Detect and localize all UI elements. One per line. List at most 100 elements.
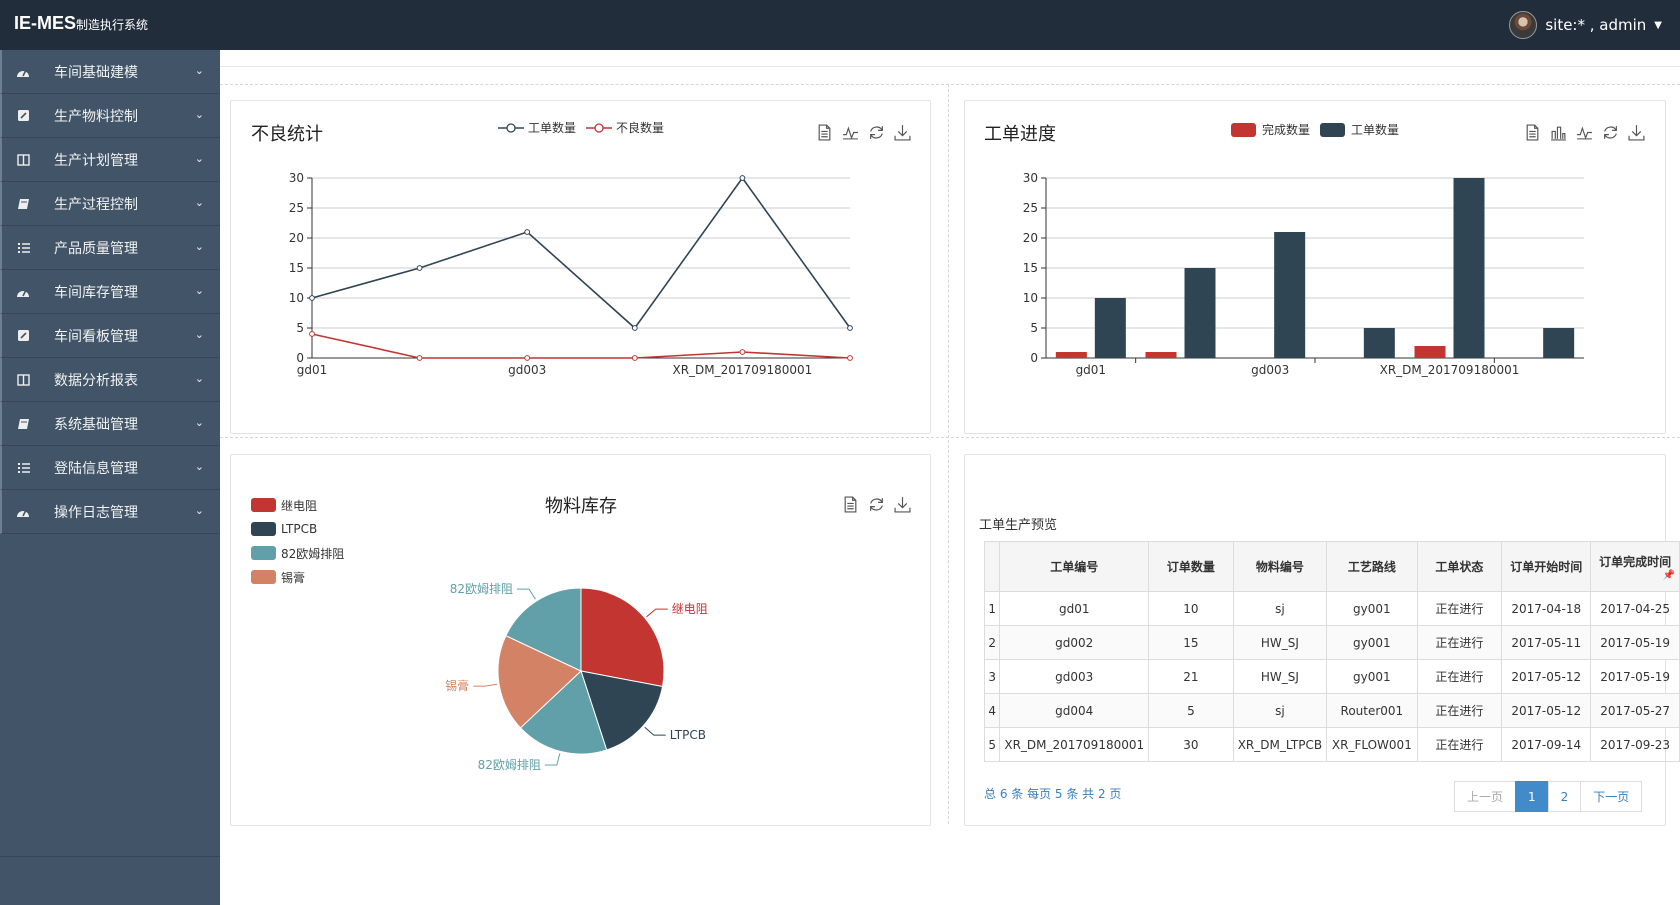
- table-cell: 2017-05-27: [1590, 693, 1680, 728]
- legend-swatch: [251, 498, 276, 512]
- sidebar-item[interactable]: 登陆信息管理 ⌄: [0, 446, 220, 490]
- sidebar-item[interactable]: 系统基础管理 ⌄: [0, 402, 220, 446]
- table-header-cell[interactable]: 工艺路线: [1326, 541, 1418, 592]
- data-point[interactable]: [847, 355, 853, 361]
- table-header-cell[interactable]: 工单编号: [999, 541, 1150, 592]
- table-header-cell[interactable]: 物料编号: [1232, 541, 1328, 592]
- download-icon[interactable]: [894, 124, 911, 141]
- data-point[interactable]: [631, 355, 638, 361]
- bar[interactable]: [1414, 346, 1446, 358]
- legend-item[interactable]: 工单数量: [1320, 121, 1399, 138]
- data-view-icon[interactable]: [816, 124, 833, 141]
- table-row[interactable]: 5 XR_DM_201709180001 30 XR_DM_LTPCB XR_FLOW0…: [983, 727, 1680, 762]
- legend-item[interactable]: 锡膏: [251, 565, 344, 589]
- sidebar-item[interactable]: 车间库存管理 ⌄: [0, 270, 220, 314]
- data-point[interactable]: [309, 295, 315, 301]
- refresh-icon[interactable]: [1602, 124, 1619, 141]
- defect-line-chart: 051015202530gd01 gd003 XR_DM_201709180001: [289, 171, 853, 377]
- bar[interactable]: [1274, 232, 1306, 358]
- table-header-cell[interactable]: 订单数量: [1148, 541, 1234, 592]
- pie-slice[interactable]: [580, 587, 665, 688]
- series-line: [311, 333, 851, 359]
- data-point[interactable]: [524, 229, 531, 235]
- bar[interactable]: [1543, 328, 1575, 358]
- table-cell: 4: [983, 693, 1001, 728]
- download-icon[interactable]: [894, 496, 911, 513]
- y-tick-label: 10: [289, 291, 304, 305]
- table-cell: 15: [1148, 625, 1234, 660]
- prev-page-button[interactable]: 上一页: [1454, 781, 1517, 812]
- sidebar-item[interactable]: 生产物料控制 ⌄: [0, 94, 220, 138]
- line-chart-icon[interactable]: [842, 124, 859, 141]
- chart-legend: 完成数量 工单数量: [1231, 121, 1409, 138]
- data-point[interactable]: [309, 331, 315, 337]
- table-row[interactable]: 2 gd002 15 HW_SJ gy001 正在进行 2017-05-11 2017-05-…: [983, 625, 1680, 660]
- bar[interactable]: [1184, 268, 1216, 358]
- data-view-icon[interactable]: [1524, 124, 1541, 141]
- table-header-cell[interactable]: 工单状态: [1416, 541, 1503, 592]
- download-icon[interactable]: [1628, 124, 1645, 141]
- avatar[interactable]: [1509, 11, 1538, 39]
- slice-label: 82欧姆排阻: [478, 758, 541, 772]
- label-leader-line: [473, 683, 498, 687]
- table-row[interactable]: 3 gd003 21 HW_SJ gy001 正在进行 2017-05-12 2017-05-…: [983, 659, 1680, 694]
- page-1-button[interactable]: 1: [1515, 781, 1549, 812]
- sidebar-item[interactable]: 生产计划管理 ⌄: [0, 138, 220, 182]
- table-cell: 5: [1148, 693, 1234, 728]
- sidebar-item[interactable]: 生产过程控制 ⌄: [0, 182, 220, 226]
- legend-item[interactable]: 不良数量: [586, 119, 664, 136]
- data-point[interactable]: [631, 325, 638, 331]
- table-header-cell[interactable]: [983, 541, 1001, 592]
- sidebar-item[interactable]: 车间基础建模 ⌄: [0, 50, 220, 94]
- data-point[interactable]: [739, 349, 746, 355]
- legend-item[interactable]: 继电阻: [251, 493, 344, 517]
- legend-item[interactable]: 工单数量: [498, 119, 576, 136]
- y-tick-label: 10: [1023, 291, 1038, 305]
- line-chart-icon[interactable]: [1576, 124, 1593, 141]
- next-page-button[interactable]: 下一页: [1580, 781, 1643, 812]
- page-2-button[interactable]: 2: [1547, 781, 1582, 812]
- slice-label: 锡膏: [445, 678, 469, 693]
- data-point[interactable]: [416, 265, 423, 271]
- data-point[interactable]: [524, 355, 531, 361]
- data-point[interactable]: [416, 355, 423, 361]
- sidebar-item[interactable]: 车间看板管理 ⌄: [0, 314, 220, 358]
- bar[interactable]: [1145, 352, 1177, 358]
- data-view-icon[interactable]: [842, 496, 859, 513]
- chevron-down-icon: ⌄: [194, 240, 204, 253]
- pin-icon[interactable]: 📌: [1595, 570, 1675, 581]
- refresh-icon[interactable]: [868, 496, 885, 513]
- brand[interactable]: IE-MES制造执行系统: [14, 13, 148, 34]
- bar-chart-icon[interactable]: [1550, 124, 1567, 141]
- table-row[interactable]: 4 gd004 5 sj Router001 正在进行 2017-05-12 2017-05-…: [983, 693, 1680, 728]
- table-cell: 正在进行: [1416, 659, 1503, 694]
- bar[interactable]: [1363, 328, 1395, 358]
- legend-item[interactable]: 82欧姆排阻: [251, 541, 344, 565]
- legend-item[interactable]: 完成数量: [1231, 121, 1310, 138]
- material-pie-chart: 继电阻LTPCB82欧姆排阻锡膏82欧姆排阻: [445, 582, 708, 772]
- bar[interactable]: [1453, 178, 1485, 358]
- dashboard-icon: [16, 286, 30, 298]
- data-point[interactable]: [739, 175, 746, 181]
- bar[interactable]: [1094, 298, 1126, 358]
- bar[interactable]: [1055, 352, 1087, 358]
- legend-item[interactable]: LTPCB: [251, 517, 344, 541]
- label-leader-line: [644, 726, 666, 736]
- label-leader-line: [646, 608, 668, 618]
- sidebar-item[interactable]: 数据分析报表 ⌄: [0, 358, 220, 402]
- user-menu[interactable]: site:* , admin ▼: [1509, 11, 1662, 39]
- table-header-cell[interactable]: 订单开始时间: [1501, 541, 1592, 592]
- data-point[interactable]: [847, 325, 853, 331]
- sidebar: 车间基础建模 ⌄ 生产物料控制 ⌄ 生产计划管理 ⌄ 生产过程控制 ⌄ 产品质量…: [0, 50, 220, 905]
- refresh-icon[interactable]: [868, 124, 885, 141]
- table-cell: 2: [983, 625, 1001, 660]
- table-header-cell[interactable]: 订单完成时间 📌: [1590, 541, 1680, 592]
- sidebar-item-label: 产品质量管理: [54, 240, 138, 257]
- edit-icon: [16, 110, 30, 122]
- sidebar-item[interactable]: 操作日志管理 ⌄: [0, 490, 220, 534]
- sidebar-item[interactable]: 产品质量管理 ⌄: [0, 226, 220, 270]
- table-row[interactable]: 1 gd01 10 sj gy001 正在进行 2017-04-18 2017-04-25: [983, 591, 1680, 626]
- y-tick-label: 25: [289, 201, 304, 215]
- y-tick-label: 30: [289, 171, 304, 185]
- book-icon: [16, 198, 30, 210]
